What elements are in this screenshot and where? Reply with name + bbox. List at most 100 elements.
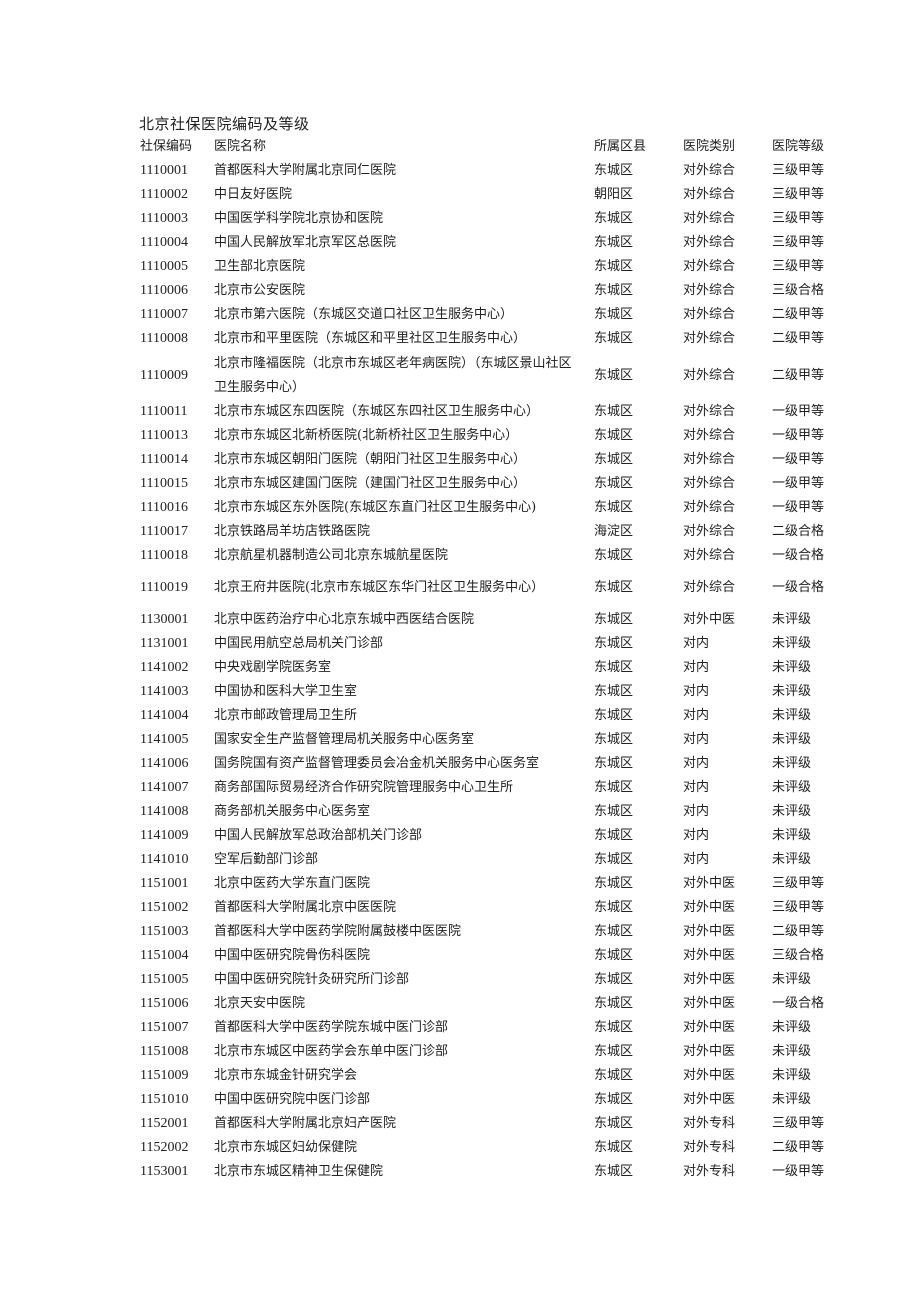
cell-name: 卫生部北京医院 xyxy=(214,259,306,274)
cell-type: 对外中医 xyxy=(683,1020,736,1035)
cell-code: 1110008 xyxy=(140,331,188,346)
cell-type: 对外中医 xyxy=(683,1092,736,1107)
cell-type: 对内 xyxy=(683,852,710,867)
cell-code: 1152002 xyxy=(140,1140,189,1155)
cell-grade: 三级甲等 xyxy=(772,900,825,915)
cell-district: 东城区 xyxy=(594,732,634,747)
header-district: 所属区县 xyxy=(594,139,647,154)
cell-type: 对外综合 xyxy=(683,452,736,467)
cell-name: 商务部国际贸易经济合作研究院管理服务中心卫生所 xyxy=(214,780,514,795)
cell-grade: 未评级 xyxy=(772,972,812,987)
cell-code: 1110004 xyxy=(140,235,188,250)
cell-district: 东城区 xyxy=(594,708,634,723)
cell-code: 1110019 xyxy=(140,580,188,595)
cell-code: 1110001 xyxy=(140,163,188,178)
cell-district: 东城区 xyxy=(594,780,634,795)
cell-grade: 二级合格 xyxy=(772,524,825,539)
cell-grade: 一级甲等 xyxy=(772,500,825,515)
cell-name: 首都医科大学附属北京妇产医院 xyxy=(214,1116,397,1131)
header-code: 社保编码 xyxy=(140,139,193,154)
cell-code: 1110015 xyxy=(140,476,188,491)
cell-district: 东城区 xyxy=(594,612,634,627)
header-name: 医院名称 xyxy=(214,139,267,154)
cell-type: 对外中医 xyxy=(683,1044,736,1059)
cell-name: 商务部机关服务中心医务室 xyxy=(214,804,371,819)
cell-name: 北京中医药大学东直门医院 xyxy=(214,876,371,891)
cell-type: 对外综合 xyxy=(683,331,736,346)
cell-type: 对外综合 xyxy=(683,524,736,539)
cell-district: 东城区 xyxy=(594,828,634,843)
cell-grade: 一级甲等 xyxy=(772,428,825,443)
cell-type: 对外综合 xyxy=(683,368,736,383)
cell-grade: 未评级 xyxy=(772,684,812,699)
cell-name: 北京航星机器制造公司北京东城航星医院 xyxy=(214,548,449,563)
cell-name: 国务院国有资产监督管理委员会冶金机关服务中心医务室 xyxy=(214,756,540,771)
cell-grade: 二级甲等 xyxy=(772,307,825,322)
cell-code: 1151009 xyxy=(140,1068,189,1083)
cell-district: 东城区 xyxy=(594,900,634,915)
cell-name: 北京市东城区朝阳门医院（朝阳门社区卫生服务中心） xyxy=(214,452,527,467)
cell-name: 北京中医药治疗中心北京东城中西医结合医院 xyxy=(214,612,475,627)
cell-code: 1110003 xyxy=(140,211,188,226)
cell-name: 北京市东城区建国门医院（建国门社区卫生服务中心） xyxy=(214,476,527,491)
cell-type: 对外中医 xyxy=(683,948,736,963)
cell-name: 中国中医研究院骨伤科医院 xyxy=(214,948,371,963)
cell-code: 1110009 xyxy=(140,368,188,383)
cell-code: 1151004 xyxy=(140,948,189,963)
cell-grade: 未评级 xyxy=(772,756,812,771)
cell-grade: 三级甲等 xyxy=(772,235,825,250)
cell-type: 对外综合 xyxy=(683,211,736,226)
cell-grade: 一级合格 xyxy=(772,548,825,563)
cell-grade: 未评级 xyxy=(772,1068,812,1083)
cell-name: 北京市东城区妇幼保健院 xyxy=(214,1140,358,1155)
cell-name: 中国医学科学院北京协和医院 xyxy=(214,211,384,226)
cell-name: 国家安全生产监督管理局机关服务中心医务室 xyxy=(214,732,475,747)
cell-district: 东城区 xyxy=(594,972,634,987)
cell-type: 对内 xyxy=(683,684,710,699)
cell-name: 首都医科大学附属北京同仁医院 xyxy=(214,163,397,178)
cell-code: 1110018 xyxy=(140,548,188,563)
cell-code: 1151001 xyxy=(140,876,189,891)
cell-grade: 未评级 xyxy=(772,660,812,675)
cell-code: 1152001 xyxy=(140,1116,189,1131)
cell-name: 中国人民解放军总政治部机关门诊部 xyxy=(214,828,423,843)
cell-type: 对外专科 xyxy=(683,1116,736,1131)
cell-grade: 三级合格 xyxy=(772,283,825,298)
cell-district: 东城区 xyxy=(594,756,634,771)
cell-grade: 未评级 xyxy=(772,708,812,723)
cell-district: 东城区 xyxy=(594,404,634,419)
cell-name: 中央戏剧学院医务室 xyxy=(214,660,332,675)
cell-grade: 未评级 xyxy=(772,732,812,747)
cell-grade: 未评级 xyxy=(772,1020,812,1035)
cell-district: 朝阳区 xyxy=(594,187,634,202)
cell-code: 1110014 xyxy=(140,452,188,467)
cell-code: 1151008 xyxy=(140,1044,189,1059)
cell-name: 中国民用航空总局机关门诊部 xyxy=(214,636,384,651)
cell-grade: 一级合格 xyxy=(772,580,825,595)
cell-code: 1141005 xyxy=(140,732,189,747)
cell-name: 空军后勤部门诊部 xyxy=(214,852,319,867)
cell-type: 对外中医 xyxy=(683,612,736,627)
cell-type: 对内 xyxy=(683,732,710,747)
cell-grade: 二级甲等 xyxy=(772,1140,825,1155)
cell-code: 1141006 xyxy=(140,756,189,771)
cell-code: 1130001 xyxy=(140,612,189,627)
cell-district: 东城区 xyxy=(594,235,634,250)
cell-district: 东城区 xyxy=(594,1068,634,1083)
document-page: 北京社保医院编码及等级 社保编码 医院名称 所属区县 医院类别 医院等级 111… xyxy=(0,0,920,1302)
cell-grade: 一级甲等 xyxy=(772,1164,825,1179)
cell-district: 东城区 xyxy=(594,1092,634,1107)
cell-code: 1141010 xyxy=(140,852,189,867)
cell-type: 对外综合 xyxy=(683,259,736,274)
cell-name: 北京市东城区北新桥医院(北新桥社区卫生服务中心） xyxy=(214,428,519,443)
cell-type: 对外中医 xyxy=(683,1068,736,1083)
cell-code: 1110016 xyxy=(140,500,188,515)
cell-code: 1141007 xyxy=(140,780,189,795)
cell-type: 对内 xyxy=(683,828,710,843)
cell-name: 北京天安中医院 xyxy=(214,996,306,1011)
cell-code: 1151010 xyxy=(140,1092,189,1107)
cell-type: 对外综合 xyxy=(683,428,736,443)
cell-grade: 三级合格 xyxy=(772,948,825,963)
cell-code: 1151005 xyxy=(140,972,189,987)
cell-grade: 三级甲等 xyxy=(772,876,825,891)
